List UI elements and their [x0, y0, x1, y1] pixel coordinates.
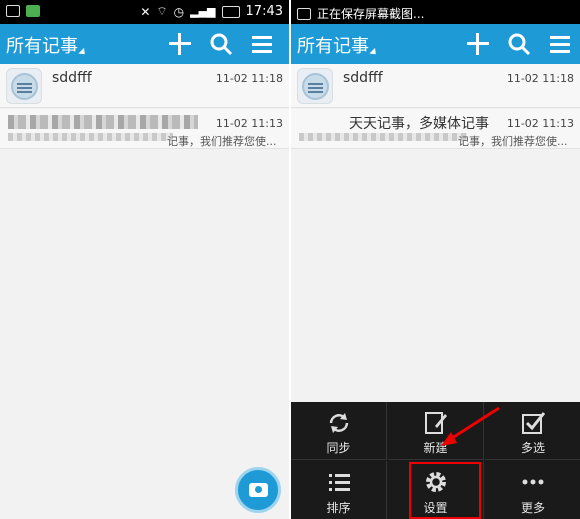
- screenshot-icon: [297, 7, 311, 20]
- add-button[interactable]: [166, 30, 194, 58]
- app-notification-icon: [26, 5, 40, 17]
- note-time: 11-02 11:18: [215, 72, 283, 85]
- app-bar: 所有记事: [291, 24, 580, 64]
- list-icon: [329, 474, 350, 491]
- note-icon: [297, 68, 333, 104]
- search-icon: [210, 33, 233, 56]
- sort-label: 排序: [326, 501, 351, 515]
- edit-icon: [425, 412, 447, 434]
- menu-button[interactable]: [546, 30, 574, 58]
- sync-button[interactable]: 同步: [291, 402, 387, 460]
- pixelated-content: [8, 115, 198, 129]
- menu-icon: [550, 36, 570, 53]
- add-button[interactable]: [464, 30, 492, 58]
- status-notice: 正在保存屏幕截图...: [317, 7, 425, 21]
- app-bar: 所有记事: [0, 24, 289, 64]
- status-bar: 正在保存屏幕截图...: [291, 0, 580, 24]
- clock: 17:43: [245, 4, 283, 19]
- camera-button[interactable]: [235, 467, 281, 513]
- more-icon: [522, 479, 544, 485]
- folder-title[interactable]: 所有记事: [297, 32, 369, 58]
- more-button[interactable]: 更多: [485, 461, 580, 519]
- phone-screen-left: ✕ ⌔ ◷ ▂▄▆ 17:43 所有记事 sddfff 11-02 11:18: [0, 0, 289, 519]
- sync-label: 同步: [326, 441, 351, 455]
- wifi-icon: ⌔: [156, 4, 168, 18]
- dropdown-caret-icon: [369, 47, 379, 58]
- dropdown-caret-icon: [78, 47, 88, 58]
- note-title: sddfff: [343, 70, 383, 86]
- pixelated-content: [8, 133, 173, 141]
- note-time: 11-02 11:13: [215, 117, 283, 130]
- status-bar: ✕ ⌔ ◷ ▂▄▆ 17:43: [0, 0, 289, 24]
- menu-icon: [252, 36, 272, 53]
- battery-icon: [221, 5, 240, 18]
- sync-icon: [329, 413, 349, 433]
- note-item[interactable]: 11-02 11:13 记事，我们推荐您使...: [0, 109, 289, 149]
- alarm-icon: ◷: [173, 4, 185, 19]
- new-note-label: 新建: [423, 441, 448, 455]
- screenshot-icon: [6, 5, 20, 17]
- more-label: 更多: [520, 501, 545, 515]
- sort-button[interactable]: 排序: [291, 461, 387, 519]
- note-title: sddfff: [52, 70, 92, 86]
- search-button[interactable]: [207, 30, 235, 58]
- multiselect-label: 多选: [520, 441, 545, 455]
- pixelated-content: [299, 133, 467, 141]
- note-item[interactable]: 天天记事，多媒体记事 11-02 11:13 记事，我们推荐您使...: [291, 109, 580, 149]
- mute-icon: ✕: [140, 4, 151, 19]
- note-time: 11-02 11:13: [506, 117, 574, 130]
- note-preview: 记事，我们推荐您使...: [458, 135, 568, 148]
- folder-title[interactable]: 所有记事: [6, 32, 78, 58]
- note-title: 天天记事，多媒体记事: [349, 116, 489, 132]
- note-time: 11-02 11:18: [506, 72, 574, 85]
- note-item[interactable]: sddfff 11-02 11:18: [291, 64, 580, 108]
- note-icon: [6, 68, 42, 104]
- search-icon: [508, 33, 531, 56]
- new-note-button[interactable]: 新建: [388, 402, 484, 460]
- search-button[interactable]: [505, 30, 533, 58]
- note-preview: 记事，我们推荐您使...: [167, 135, 277, 148]
- signal-icon: ▂▄▆: [190, 5, 216, 18]
- phone-screen-right: 正在保存屏幕截图... 所有记事 sddfff 11-02 11:18 天天记事…: [291, 0, 580, 519]
- settings-highlight-box: [409, 462, 481, 519]
- note-item[interactable]: sddfff 11-02 11:18: [0, 64, 289, 108]
- menu-button[interactable]: [248, 30, 276, 58]
- checkbox-icon: [522, 412, 546, 434]
- multiselect-button[interactable]: 多选: [485, 402, 580, 460]
